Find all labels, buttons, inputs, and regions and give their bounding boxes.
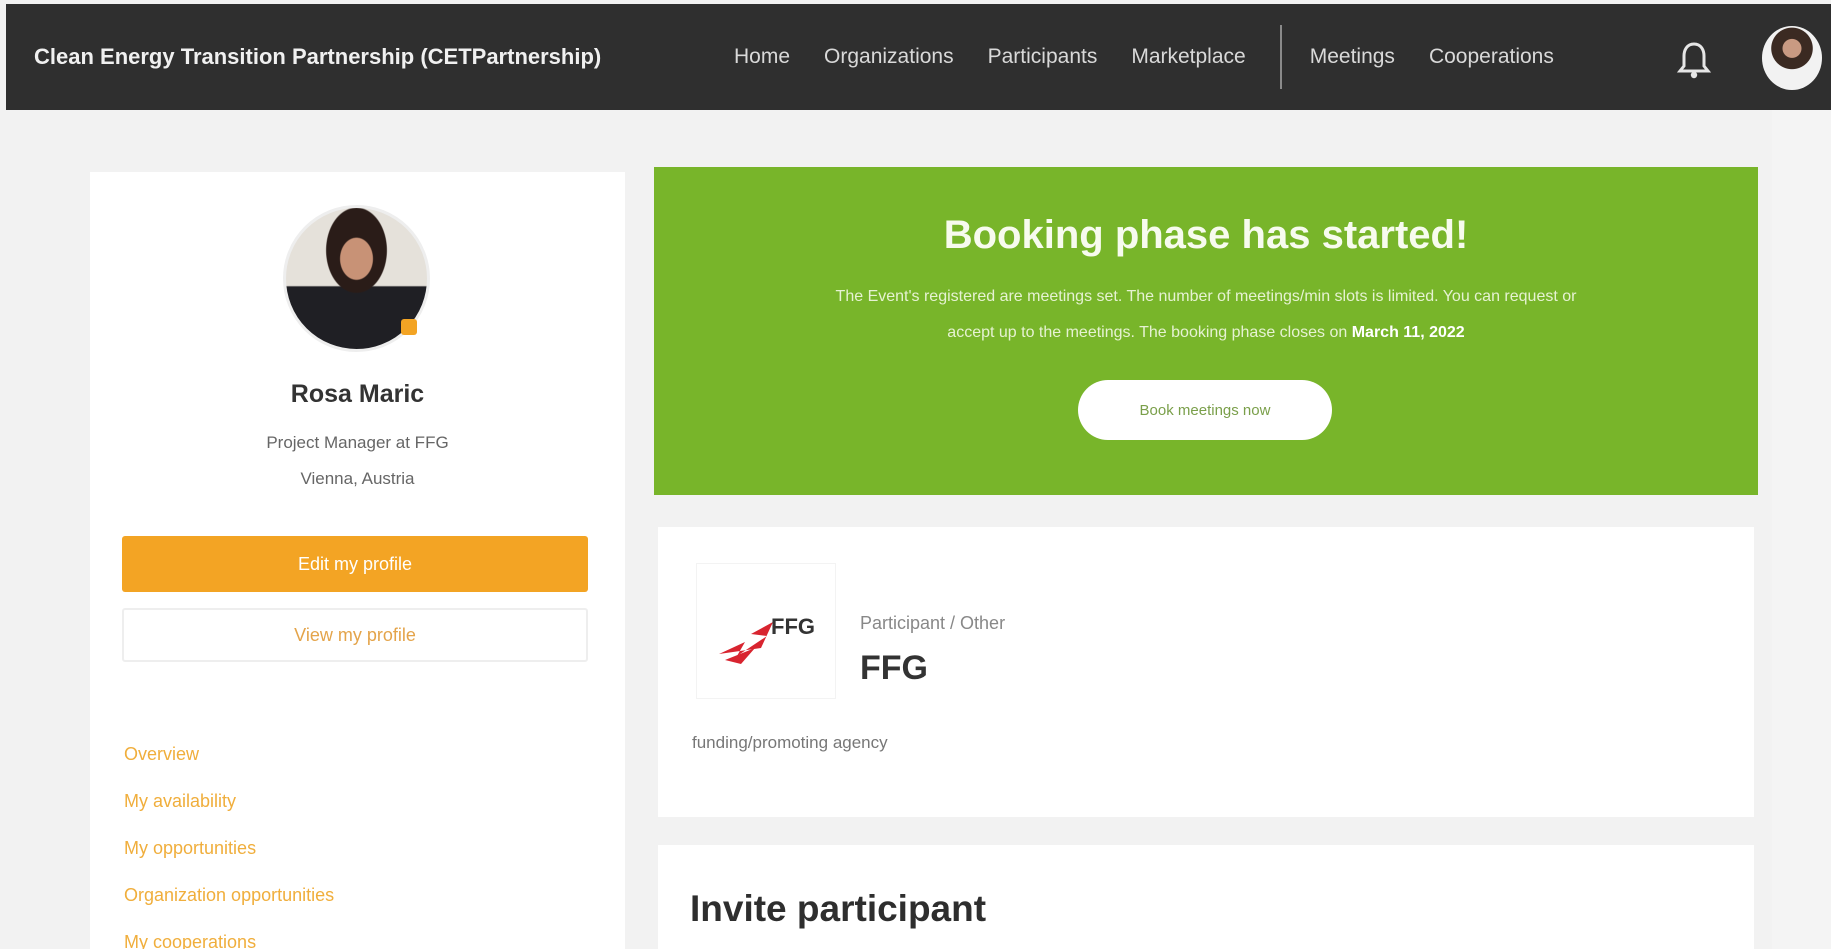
organization-type: Participant / Other xyxy=(860,613,1006,633)
nav-participants[interactable]: Participants xyxy=(988,45,1098,69)
menu-item-organization-opportunities[interactable]: Organization opportunities xyxy=(124,884,334,931)
profile-menu: Overview My availability My opportunitie… xyxy=(124,743,334,949)
profile-location: Vienna, Austria xyxy=(300,469,415,488)
menu-item-overview[interactable]: Overview xyxy=(124,743,334,790)
organization-description: funding/promoting agency xyxy=(692,733,888,752)
nav-meetings[interactable]: Meetings xyxy=(1310,45,1395,69)
organization-logo-text: FFG xyxy=(771,614,815,639)
view-profile-button[interactable]: View my profile xyxy=(122,608,588,662)
booking-banner: Booking phase has started! The Event's r… xyxy=(654,167,1758,495)
nav-divider xyxy=(1279,25,1282,89)
menu-item-availability[interactable]: My availability xyxy=(124,790,334,837)
edit-profile-button[interactable]: Edit my profile xyxy=(122,536,588,592)
bell-icon[interactable] xyxy=(1676,40,1712,80)
book-meetings-button[interactable]: Book meetings now xyxy=(1078,380,1332,440)
organization-logo: FFG xyxy=(696,563,836,699)
banner-text-line2: accept up to the meetings. The booking p… xyxy=(947,324,1348,341)
nav-home[interactable]: Home xyxy=(734,45,790,69)
profile-card: Rosa Maric Project Manager at FFG Vienna… xyxy=(90,172,625,949)
organization-name[interactable]: FFG xyxy=(860,649,928,688)
profile-role: Project Manager at FFG xyxy=(266,433,449,452)
invite-participant-title: Invite participant xyxy=(690,888,987,929)
organization-card: FFG Participant / Other FFG funding/prom… xyxy=(658,527,1754,817)
banner-text-line1: The Event's registered are meetings set.… xyxy=(835,288,1577,305)
nav-cooperations[interactable]: Cooperations xyxy=(1429,45,1554,69)
user-avatar[interactable] xyxy=(1762,26,1822,90)
main-nav: Home Organizations Participants Marketpl… xyxy=(734,4,1588,110)
page-right-edge xyxy=(1772,110,1831,949)
top-navigation-bar: Clean Energy Transition Partnership (CET… xyxy=(6,4,1831,110)
profile-photo xyxy=(283,205,430,352)
ffg-logo-icon: FFG xyxy=(719,614,815,664)
nav-marketplace[interactable]: Marketplace xyxy=(1131,45,1245,69)
profile-name: Rosa Maric xyxy=(290,380,425,408)
nav-organizations[interactable]: Organizations xyxy=(824,45,954,69)
banner-text: The Event's registered are meetings set.… xyxy=(694,279,1718,351)
invite-participant-card: Invite participant xyxy=(658,845,1754,949)
banner-title: Booking phase has started! xyxy=(943,213,1469,257)
menu-item-cooperations[interactable]: My cooperations xyxy=(124,931,334,949)
brand-title[interactable]: Clean Energy Transition Partnership (CET… xyxy=(34,44,601,70)
booking-close-date: March 11, 2022 xyxy=(1351,324,1465,341)
menu-item-my-opportunities[interactable]: My opportunities xyxy=(124,837,334,884)
